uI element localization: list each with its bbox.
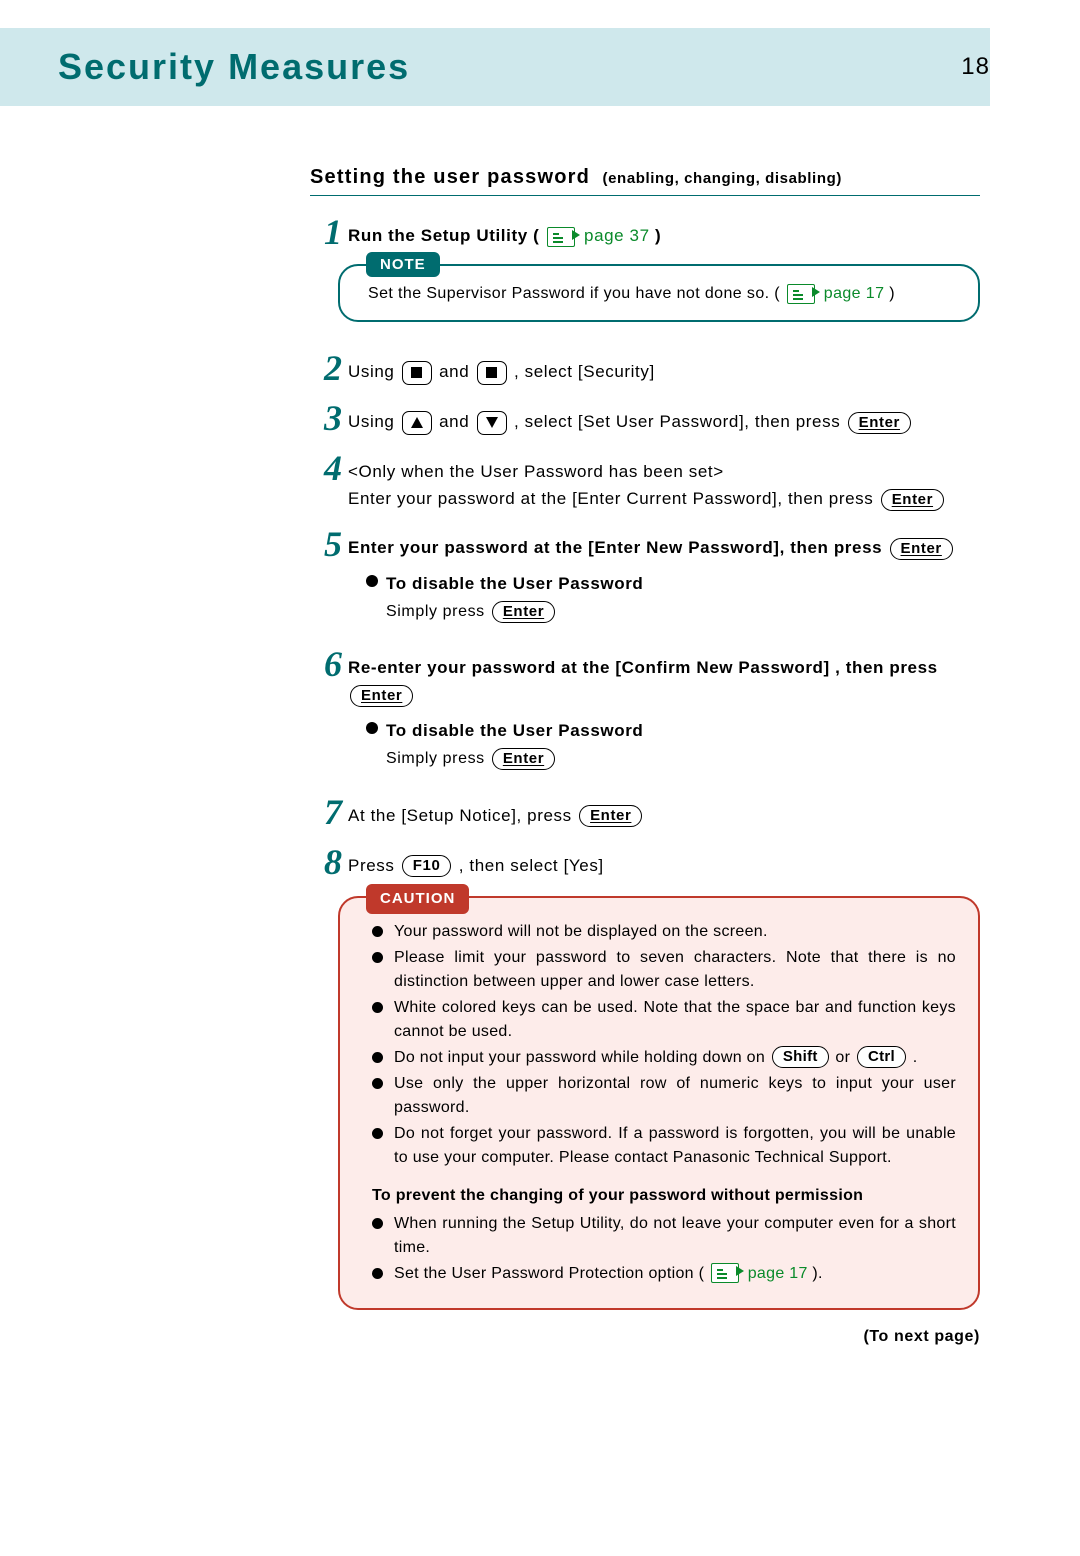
step-number: 7 bbox=[310, 794, 342, 830]
step-1-text-b: ) bbox=[655, 226, 661, 245]
enter-key: Enter bbox=[881, 489, 944, 511]
caution-list: Your password will not be displayed on t… bbox=[372, 920, 956, 1170]
step-3-post: , select [Set User Password], then press bbox=[514, 412, 840, 431]
section-title: Setting the user password bbox=[310, 166, 590, 188]
page-number: 18 bbox=[961, 53, 990, 81]
step-6-line1: Re-enter your password at the [Confirm N… bbox=[348, 658, 938, 677]
step-1: 1 Run the Setup Utility ( page 37 ) bbox=[310, 214, 980, 250]
page-ref-icon bbox=[547, 227, 575, 247]
step-number: 1 bbox=[310, 214, 342, 250]
prevent-item: Set the User Password Protection option … bbox=[372, 1262, 956, 1286]
page-header: Security Measures 18 bbox=[0, 28, 990, 106]
step-5-line1: Enter your password at the [Enter New Pa… bbox=[348, 538, 882, 557]
prevent-2b: ). bbox=[812, 1265, 822, 1282]
step-3-pre: Using bbox=[348, 412, 394, 431]
step-2-pre: Using bbox=[348, 362, 394, 381]
page-ref-link[interactable]: page 17 bbox=[824, 285, 885, 302]
caution-box: CAUTION Your password will not be displa… bbox=[338, 896, 980, 1310]
step-8-text-b: , then select [Yes] bbox=[459, 856, 604, 875]
enter-key: Enter bbox=[492, 601, 555, 623]
prevent-list: When running the Setup Utility, do not l… bbox=[372, 1212, 956, 1286]
step-1-text: Run the Setup Utility ( bbox=[348, 226, 539, 245]
caution-item: Do not forget your password. If a passwo… bbox=[372, 1122, 956, 1170]
page-ref-icon bbox=[711, 1263, 739, 1283]
section-heading: Setting the user password (enabling, cha… bbox=[310, 166, 980, 196]
caution-item4-b: . bbox=[913, 1049, 918, 1066]
enter-key: Enter bbox=[579, 805, 642, 827]
step-7: 7 At the [Setup Notice], press Enter bbox=[310, 794, 980, 830]
disable-text: Simply press bbox=[386, 750, 485, 767]
left-key-icon bbox=[402, 361, 432, 385]
section-subtitle: (enabling, changing, disabling) bbox=[603, 170, 842, 187]
page-title: Security Measures bbox=[58, 46, 410, 88]
prevent-2a: Set the User Password Protection option … bbox=[394, 1265, 704, 1282]
right-key-icon bbox=[477, 361, 507, 385]
step-3: 3 Using and , select [Set User Password]… bbox=[310, 400, 980, 436]
up-key-icon bbox=[402, 411, 432, 435]
f10-key: F10 bbox=[402, 855, 452, 877]
step-4-line1: <Only when the User Password has been se… bbox=[348, 458, 980, 485]
to-next-page: (To next page) bbox=[0, 1328, 980, 1346]
note-text-b: ) bbox=[889, 285, 895, 302]
caution-item: White colored keys can be used. Note tha… bbox=[372, 996, 956, 1044]
caution-item: Please limit your password to seven char… bbox=[372, 946, 956, 994]
step-7-text: At the [Setup Notice], press bbox=[348, 806, 572, 825]
caution-item4-a: Do not input your password while holding… bbox=[394, 1049, 765, 1066]
step-number: 5 bbox=[310, 526, 342, 562]
bullet-icon bbox=[366, 722, 378, 734]
page-ref-icon bbox=[787, 284, 815, 304]
enter-key: Enter bbox=[492, 748, 555, 770]
caution-item4-or: or bbox=[835, 1049, 850, 1066]
prevent-heading: To prevent the changing of your password… bbox=[372, 1184, 956, 1208]
caution-label: CAUTION bbox=[366, 884, 469, 915]
enter-key: Enter bbox=[890, 538, 953, 560]
ctrl-key: Ctrl bbox=[857, 1046, 906, 1068]
step-number: 3 bbox=[310, 400, 342, 436]
enter-key: Enter bbox=[848, 412, 911, 434]
caution-item: Your password will not be displayed on t… bbox=[372, 920, 956, 944]
manual-page: Security Measures 18 Setting the user pa… bbox=[0, 28, 1080, 1556]
disable-heading: To disable the User Password bbox=[386, 570, 643, 597]
step-2-post: , select [Security] bbox=[514, 362, 655, 381]
step-number: 4 bbox=[310, 450, 342, 486]
step-2: 2 Using and , select [Security] bbox=[310, 350, 980, 386]
caution-item: Use only the upper horizontal row of num… bbox=[372, 1072, 956, 1120]
step-6: 6 Re-enter your password at the [Confirm… bbox=[310, 646, 980, 779]
note-text-a: Set the Supervisor Password if you have … bbox=[368, 285, 780, 302]
step-number: 2 bbox=[310, 350, 342, 386]
enter-key: Enter bbox=[350, 685, 413, 707]
disable-text: Simply press bbox=[386, 603, 485, 620]
note-label: NOTE bbox=[366, 252, 440, 277]
step-8: 8 Press F10 , then select [Yes] bbox=[310, 844, 980, 880]
page-ref-link[interactable]: page 17 bbox=[748, 1265, 808, 1282]
step-4-line2: Enter your password at the [Enter Curren… bbox=[348, 489, 873, 508]
note-box: NOTE Set the Supervisor Password if you … bbox=[338, 264, 980, 322]
step-number: 8 bbox=[310, 844, 342, 880]
content-area: Setting the user password (enabling, cha… bbox=[310, 166, 980, 1310]
step-5: 5 Enter your password at the [Enter New … bbox=[310, 526, 980, 632]
disable-heading: To disable the User Password bbox=[386, 717, 643, 744]
prevent-item: When running the Setup Utility, do not l… bbox=[372, 1212, 956, 1260]
step-4: 4 <Only when the User Password has been … bbox=[310, 450, 980, 512]
step-8-text-a: Press bbox=[348, 856, 394, 875]
down-key-icon bbox=[477, 411, 507, 435]
caution-item: Do not input your password while holding… bbox=[372, 1046, 956, 1070]
page-ref-link[interactable]: page 37 bbox=[584, 226, 650, 245]
step-2-mid: and bbox=[439, 362, 469, 381]
step-number: 6 bbox=[310, 646, 342, 682]
step-3-mid: and bbox=[439, 412, 469, 431]
shift-key: Shift bbox=[772, 1046, 829, 1068]
bullet-icon bbox=[366, 575, 378, 587]
